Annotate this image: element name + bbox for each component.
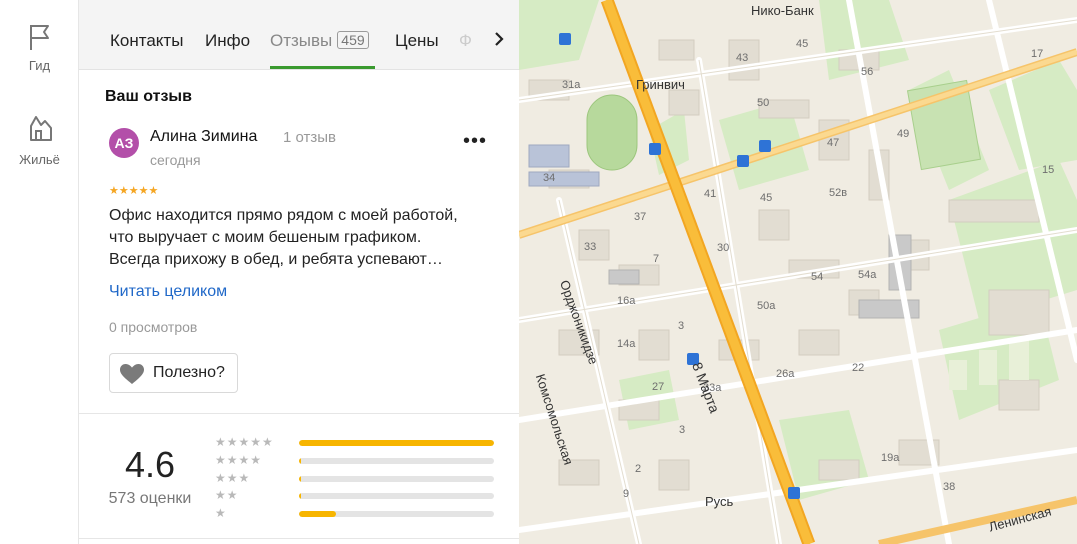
house-number: 30 (717, 242, 730, 254)
views-count: 0 просмотров (109, 319, 198, 335)
house-number: 49 (897, 128, 910, 140)
house-number: 43 (736, 52, 749, 64)
active-tab-indicator (270, 66, 375, 69)
house-number: 54а (858, 269, 877, 281)
house-number: 52в (829, 187, 848, 199)
house-number: 19а (881, 452, 900, 464)
house-number: 37 (634, 211, 647, 223)
house-number: 3 (679, 424, 686, 436)
app-root: Гид Жильё Контакты Инфо Отзывы 459 Цены Ф… (0, 0, 1077, 544)
rating-bar-fill (299, 511, 336, 517)
house-number: 31а (562, 79, 581, 91)
sidebar-item-guide[interactable]: Гид (0, 22, 79, 73)
review-author[interactable]: Алина Зимина (150, 128, 257, 146)
rating-bar-fill (299, 440, 494, 446)
review-text-line: Офис находится прямо рядом с моей работо… (109, 207, 458, 224)
divider (79, 413, 519, 414)
poi-rus[interactable]: Русь (705, 494, 733, 509)
house-number: 14а (617, 338, 636, 350)
rating-bar-track (299, 458, 494, 464)
rating-row-stars: ★ (215, 506, 227, 520)
house-number: 22 (852, 362, 865, 374)
rating-row-stars: ★★★★★ (215, 435, 274, 449)
rating-bar-track (299, 493, 494, 499)
poi-grinvich[interactable]: Гринвич (636, 77, 685, 92)
tab-prices[interactable]: Цены (395, 31, 439, 51)
organization-panel: Контакты Инфо Отзывы 459 Цены Ф Ваш отзыв… (79, 0, 519, 544)
house-number: 54 (811, 271, 824, 283)
house-number: 45 (796, 38, 809, 50)
rating-bar-track (299, 476, 494, 482)
rating-bar-fill (299, 458, 301, 464)
avatar[interactable]: АЗ (109, 128, 139, 158)
author-review-count: 1 отзыв (283, 129, 337, 146)
rating-row-stars: ★★★ (215, 471, 251, 485)
rating-row-stars: ★★ (215, 488, 239, 502)
review-text: Офис находится прямо рядом с моей работо… (109, 205, 499, 271)
tab-contacts[interactable]: Контакты (110, 31, 183, 51)
heart-icon (120, 364, 144, 384)
map-view[interactable]: 45 43 56 17 31а 50 49 47 34 52в 15 41 45… (519, 0, 1077, 544)
more-options-icon[interactable]: ••• (463, 130, 487, 153)
house-number: 56 (861, 66, 874, 78)
sidebar-item-label: Гид (28, 58, 51, 73)
house-number: 27 (652, 381, 665, 393)
house-number: 38 (943, 481, 956, 493)
review-text-line: что выручает с моим бешеным графиком. (109, 229, 422, 246)
house-number: 3 (678, 320, 685, 332)
house-number: 50 (757, 97, 770, 109)
chevron-right-icon[interactable] (493, 30, 505, 54)
useful-label: Полезно? (153, 364, 225, 381)
rating-bar-fill (299, 476, 301, 482)
house-number: 33 (584, 241, 597, 253)
left-rail: Гид Жильё (0, 0, 79, 544)
house-number: 7 (653, 253, 660, 265)
poi-niko-bank[interactable]: Нико-Банк (751, 3, 814, 18)
house-icon (29, 116, 52, 141)
tab-reviews-label: Отзывы (270, 31, 333, 50)
tab-reviews[interactable]: Отзывы 459 (270, 31, 369, 51)
divider (79, 538, 519, 539)
useful-button[interactable]: Полезно? (109, 353, 238, 393)
reviews-count-badge: 459 (337, 31, 369, 49)
house-number: 17 (1031, 48, 1044, 60)
rating-bar-track (299, 440, 494, 446)
house-number: 2 (635, 463, 642, 475)
your-review-title: Ваш отзыв (105, 88, 192, 105)
read-more-link[interactable]: Читать целиком (109, 283, 227, 301)
review-text-line: Всегда прихожу в обед, и ребята успевают… (109, 251, 443, 268)
sidebar-item-housing[interactable]: Жильё (0, 112, 79, 167)
average-rating: 4.6 (124, 444, 176, 485)
house-number: 45 (760, 192, 773, 204)
rating-bar-track (299, 511, 494, 517)
flag-icon (29, 25, 49, 50)
house-number: 15 (1042, 164, 1055, 176)
house-number: 9 (623, 488, 630, 500)
review-date: сегодня (150, 152, 201, 168)
house-number: 34 (543, 172, 556, 184)
rating-row-stars: ★★★★ (215, 453, 263, 467)
house-number: 50а (757, 300, 776, 312)
rating-bar-fill (299, 493, 301, 499)
map-canvas (519, 0, 1077, 544)
tab-info[interactable]: Инфо (205, 31, 250, 51)
ratings-count: 573 оценки (108, 490, 192, 507)
house-number: 16а (617, 295, 636, 307)
house-number: 41 (704, 188, 717, 200)
sidebar-item-label: Жильё (19, 152, 60, 167)
house-number: 47 (827, 137, 840, 149)
review-stars: ★★★★★ (109, 185, 159, 197)
tab-more-faded[interactable]: Ф (459, 31, 472, 51)
tab-bar: Контакты Инфо Отзывы 459 Цены Ф (79, 0, 519, 70)
house-number: 26а (776, 368, 795, 380)
